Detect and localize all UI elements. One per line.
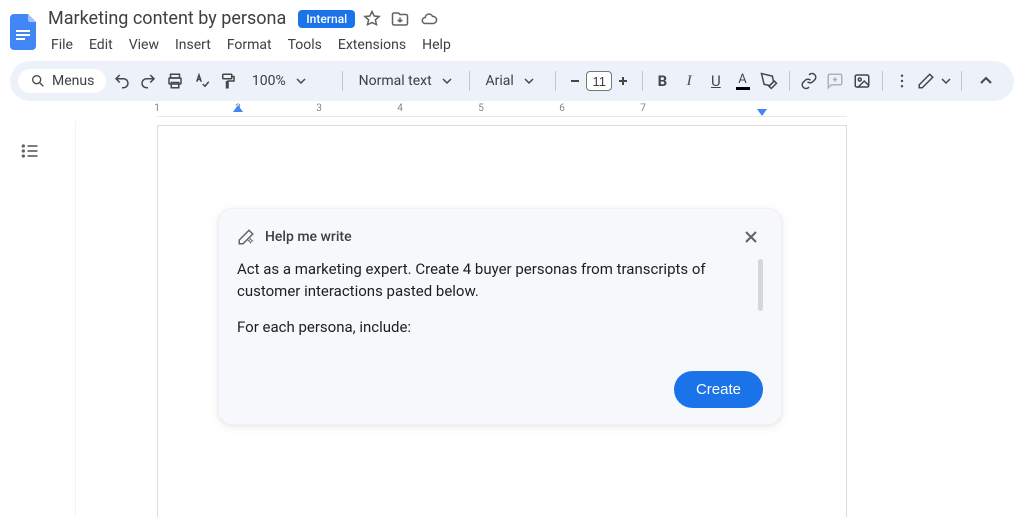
collapse-toolbar-button[interactable] [972,67,1000,95]
font-value: Arial [481,73,517,89]
italic-button[interactable]: I [678,67,701,95]
search-menus-label: Menus [52,73,94,89]
paragraph-style-value: Normal text [355,73,436,89]
undo-button[interactable] [110,67,133,95]
create-button[interactable]: Create [674,371,763,408]
document-page[interactable]: Help me write Act as a marketing expert.… [157,125,847,517]
menu-file[interactable]: File [44,33,80,57]
ruler-tick: 3 [316,103,322,114]
menu-insert[interactable]: Insert [168,33,218,57]
help-me-write-panel: Help me write Act as a marketing expert.… [218,208,782,425]
document-outline-button[interactable] [14,135,46,167]
font-size-decrease[interactable] [564,70,586,92]
indent-marker-left[interactable] [233,105,243,112]
prompt-text-line: For each persona, include: [237,317,745,339]
paragraph-style-select[interactable]: Normal text [351,73,461,89]
help-me-write-title: Help me write [265,229,352,245]
caret-down-icon [296,76,306,86]
close-icon [743,229,759,245]
menu-extensions[interactable]: Extensions [331,33,413,57]
zoom-value: 100% [248,73,290,89]
caret-down-icon [524,76,534,86]
horizontal-ruler[interactable]: 1 2 3 4 5 6 7 [157,103,847,117]
vertical-ruler[interactable] [60,121,76,517]
ruler-tick: 7 [640,103,646,114]
prompt-text-line: Act as a marketing expert. Create 4 buye… [237,259,745,303]
ruler-tick [723,103,725,114]
pencil-sparkle-icon [237,228,255,246]
close-button[interactable] [739,225,763,249]
insert-link-button[interactable] [797,67,820,95]
text-color-button[interactable]: A [731,67,754,95]
help-me-write-prompt[interactable]: Act as a marketing expert. Create 4 buye… [237,259,763,349]
font-size-input[interactable] [586,71,612,91]
list-icon [20,141,40,161]
cloud-status-icon[interactable] [419,10,439,28]
caret-down-icon [941,76,951,86]
underline-button[interactable]: U [705,67,728,95]
ruler-tick: 4 [397,103,403,114]
font-select[interactable]: Arial [477,73,547,89]
menu-help[interactable]: Help [415,33,458,57]
docs-logo[interactable] [8,12,40,52]
zoom-select[interactable]: 100% [244,73,334,89]
indent-marker-right[interactable] [757,109,767,116]
star-icon[interactable] [363,10,381,28]
paint-format-button[interactable] [217,67,240,95]
ruler-tick: 6 [559,103,565,114]
add-comment-button[interactable] [824,67,847,95]
ruler-tick: 5 [478,103,484,114]
editing-mode-button[interactable] [917,72,951,90]
caret-down-icon [442,76,452,86]
ruler-tick: 1 [154,103,160,114]
toolbar: Menus 100% Normal text Arial B I U A [10,61,1014,101]
highlight-color-button[interactable] [758,67,781,95]
move-icon[interactable] [391,10,409,28]
scrollbar-thumb[interactable] [758,259,763,311]
search-menus[interactable]: Menus [18,69,106,93]
menu-format[interactable]: Format [220,33,279,57]
bold-button[interactable]: B [651,67,674,95]
print-button[interactable] [164,67,187,95]
menu-edit[interactable]: Edit [82,33,120,57]
search-icon [30,73,46,89]
menu-tools[interactable]: Tools [281,33,329,57]
redo-button[interactable] [137,67,160,95]
visibility-badge[interactable]: Internal [298,10,355,28]
insert-image-button[interactable] [851,67,874,95]
spellcheck-button[interactable] [190,67,213,95]
font-size-increase[interactable] [612,70,634,92]
menubar: File Edit View Insert Format Tools Exten… [44,31,1012,57]
more-tools-button[interactable] [890,67,913,95]
menu-view[interactable]: View [122,33,166,57]
doc-title[interactable]: Marketing content by persona [44,6,290,31]
pencil-icon [917,72,935,90]
